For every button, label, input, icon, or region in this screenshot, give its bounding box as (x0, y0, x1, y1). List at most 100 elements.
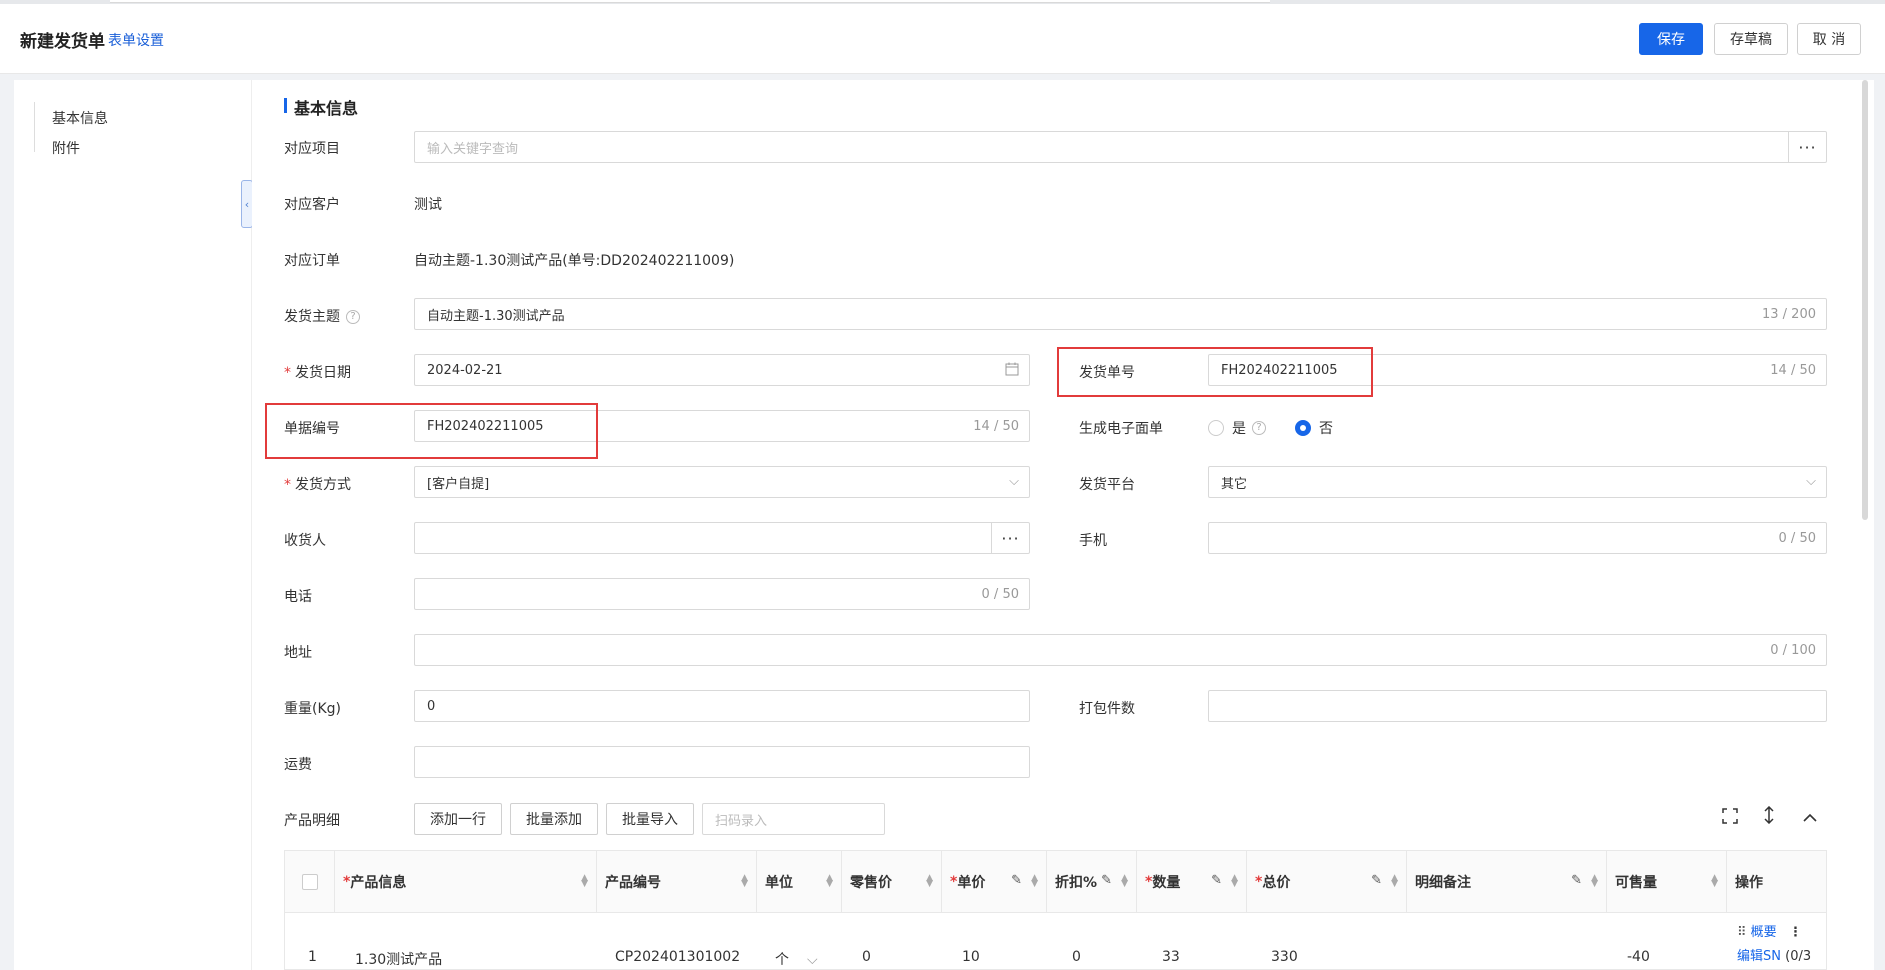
phone-input[interactable]: 0 / 50 (414, 578, 1030, 610)
freight-label: 运费 (284, 757, 312, 773)
row-retail-price: 0 (862, 949, 871, 965)
product-table: * 产品信息 ▲ ▼ 产品编号 ▲ ▼ 单位 ▲ ▼ 零售价 ▲ ▼ * 单价 ✎ ▲ ▼ 折扣% ✎ ▲ ▼ … (284, 850, 1827, 970)
select-all-column (285, 851, 335, 913)
save-button[interactable]: 保存 (1639, 23, 1703, 55)
receiver-input[interactable]: ··· (414, 522, 1030, 554)
row-unit-price[interactable]: 10 (962, 949, 980, 965)
highlight-doc-no (265, 403, 598, 459)
more-icon[interactable]: ··· (991, 523, 1029, 553)
edit-icon: ✎ (1211, 873, 1222, 888)
scan-placeholder: 扫码录入 (715, 813, 768, 829)
chevron-down-icon: ⌵ (807, 952, 818, 968)
col-quantity[interactable]: * 数量 ✎ ▲ ▼ (1137, 851, 1247, 913)
products-label: 产品明细 (284, 813, 340, 829)
col-retail-price[interactable]: 零售价 ▲ ▼ (842, 851, 942, 913)
more-vertical-icon[interactable]: ⋮ (1789, 925, 1802, 940)
e-waybill-label: 生成电子面单 (1079, 421, 1163, 437)
edit-icon: ✎ (1011, 873, 1022, 888)
nav-item-attachments[interactable]: 附件 (52, 138, 80, 158)
chevron-down-icon: ⌵ (1806, 474, 1816, 489)
form-settings-link[interactable]: 表单设置 (108, 30, 164, 50)
select-all-checkbox[interactable] (302, 874, 318, 890)
chevron-down-icon: ⌵ (1009, 474, 1019, 489)
summary-link[interactable]: 概要 (1751, 925, 1777, 940)
nav-rail (34, 102, 35, 152)
ship-platform-value: 其它 (1221, 476, 1248, 492)
col-discount[interactable]: 折扣% ✎ ▲ ▼ (1047, 851, 1137, 913)
drag-handle-icon[interactable]: ⠿ (1737, 925, 1747, 940)
expand-vertical-icon[interactable] (1763, 805, 1775, 828)
col-product-info[interactable]: * 产品信息 ▲ ▼ (335, 851, 597, 913)
address-input[interactable]: 0 / 100 (414, 634, 1827, 666)
row-product-name[interactable]: 1.30测试产品 (355, 949, 442, 969)
col-actions: 操作 (1735, 875, 1763, 891)
row-index: 1 (308, 949, 317, 965)
row-total[interactable]: 330 (1271, 949, 1298, 965)
scan-input[interactable]: 扫码录入 (702, 803, 885, 835)
col-sellable-qty[interactable]: 可售量 ▲ ▼ (1607, 851, 1727, 913)
help-icon[interactable]: ? (1252, 421, 1266, 435)
project-label: 对应项目 (284, 141, 340, 157)
packages-input[interactable] (1208, 690, 1827, 722)
ship-platform-label: 发货平台 (1079, 477, 1135, 493)
ship-date-value: 2024-02-21 (427, 362, 503, 378)
fullscreen-icon[interactable] (1722, 808, 1738, 828)
e-waybill-no-radio[interactable]: 否 (1295, 418, 1333, 438)
e-waybill-yes-radio[interactable]: 是 ? (1208, 418, 1266, 438)
edit-icon: ✎ (1371, 873, 1382, 888)
row-sellable: -40 (1627, 949, 1650, 965)
col-unit-price[interactable]: * 单价 ✎ ▲ ▼ (942, 851, 1047, 913)
add-row-button[interactable]: 添加一行 (414, 803, 502, 835)
radio-unchecked-icon (1208, 420, 1224, 436)
cancel-button[interactable]: 取 消 (1797, 23, 1861, 55)
row-discount[interactable]: 0 (1072, 949, 1081, 965)
subject-input[interactable]: 自动主题-1.30测试产品 13 / 200 (414, 298, 1827, 330)
row-unit-select[interactable]: 个 ⌵ (775, 949, 818, 969)
ship-method-select[interactable]: [客户自提] ⌵ (414, 466, 1030, 498)
address-label: 地址 (284, 645, 312, 661)
radio-yes-label: 是 (1232, 421, 1246, 437)
freight-input[interactable] (414, 746, 1030, 778)
browser-tab-edge (110, 0, 1270, 3)
ship-no-char-count: 14 / 50 (1770, 362, 1816, 378)
mobile-label: 手机 (1079, 533, 1107, 549)
col-total[interactable]: * 总价 ✎ ▲ ▼ (1247, 851, 1407, 913)
address-char-count: 0 / 100 (1770, 642, 1816, 658)
batch-import-button[interactable]: 批量导入 (606, 803, 694, 835)
ship-method-label: * 发货方式 (284, 477, 351, 493)
col-product-code[interactable]: 产品编号 ▲ ▼ (597, 851, 757, 913)
order-value: 自动主题-1.30测试产品(单号:DD202402211009) (414, 253, 735, 269)
mobile-input[interactable]: 0 / 50 (1208, 522, 1827, 554)
batch-add-button[interactable]: 批量添加 (510, 803, 598, 835)
help-icon[interactable]: ? (346, 310, 360, 324)
ship-platform-select[interactable]: 其它 ⌵ (1208, 466, 1827, 498)
col-line-note[interactable]: 明细备注 ✎ ▲ ▼ (1407, 851, 1607, 913)
doc-no-char-count: 14 / 50 (973, 418, 1019, 434)
receiver-label: 收货人 (284, 533, 326, 549)
project-search-input[interactable]: 输入关键字查询 ··· (414, 131, 1827, 163)
vertical-scrollbar[interactable] (1862, 80, 1868, 520)
customer-label: 对应客户 (284, 197, 340, 213)
section-title: 基本信息 (284, 95, 358, 119)
packages-label: 打包件数 (1079, 701, 1135, 717)
table-header: * 产品信息 ▲ ▼ 产品编号 ▲ ▼ 单位 ▲ ▼ 零售价 ▲ ▼ * 单价 ✎ ▲ ▼ 折扣% ✎ ▲ ▼ … (285, 851, 1826, 913)
mobile-char-count: 0 / 50 (1778, 530, 1816, 546)
ship-date-picker[interactable]: 2024-02-21 (414, 354, 1030, 386)
row-quantity[interactable]: 33 (1162, 949, 1180, 965)
row-actions-bottom: 编辑SN (0/3 (1737, 945, 1811, 964)
col-unit[interactable]: 单位 ▲ ▼ (757, 851, 842, 913)
order-label: 对应订单 (284, 253, 340, 269)
page-header: 新建发货单 表单设置 保存 存草稿 取 消 (0, 4, 1885, 74)
weight-value: 0 (427, 698, 436, 714)
more-icon[interactable]: ··· (1788, 132, 1826, 162)
save-draft-button[interactable]: 存草稿 (1714, 23, 1788, 55)
edit-sn-link[interactable]: 编辑SN (1737, 949, 1781, 964)
customer-value: 测试 (414, 197, 442, 213)
subject-value: 自动主题-1.30测试产品 (427, 308, 565, 324)
weight-input[interactable]: 0 (414, 690, 1030, 722)
chevron-up-icon[interactable] (1802, 808, 1818, 827)
page-title: 新建发货单 (20, 32, 105, 52)
highlight-ship-no (1057, 347, 1373, 397)
nav-item-basic-info[interactable]: 基本信息 (52, 108, 108, 128)
project-placeholder: 输入关键字查询 (427, 141, 519, 157)
